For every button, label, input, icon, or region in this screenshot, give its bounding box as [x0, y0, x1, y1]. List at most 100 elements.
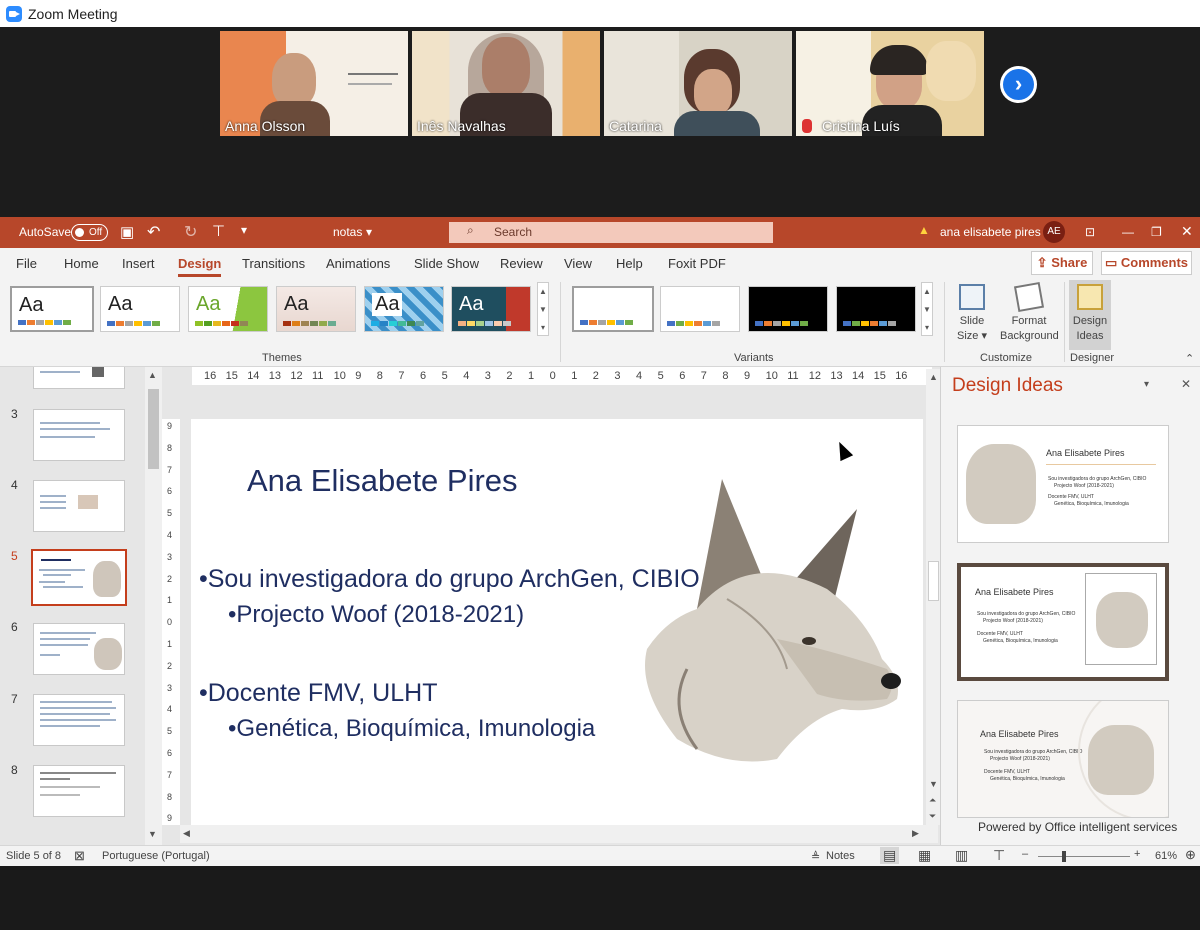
participant-video-2[interactable]: Inês Navalhas: [412, 31, 600, 136]
thumbnails-scrollbar[interactable]: ▲ ▼: [145, 367, 162, 845]
variants-scroll[interactable]: ▲ ▼ ▾: [921, 282, 933, 336]
tab-review[interactable]: Review: [500, 256, 543, 271]
ruler-tick-label: 10: [333, 370, 346, 382]
user-name[interactable]: ana elisabete pires: [940, 225, 1041, 239]
spellcheck-icon[interactable]: ⊠: [74, 848, 85, 864]
fit-to-window-icon[interactable]: ⊕: [1185, 847, 1196, 863]
save-icon[interactable]: ▣: [120, 223, 134, 241]
restore-icon[interactable]: ❐: [1151, 225, 1162, 239]
theme-4[interactable]: Aa: [276, 286, 356, 332]
participant-name: Inês Navalhas: [417, 118, 506, 134]
thumbnail-slide-6[interactable]: [33, 623, 125, 675]
language-indicator[interactable]: Portuguese (Portugal): [102, 850, 210, 862]
participant-video-4[interactable]: Cristina Luís: [796, 31, 984, 136]
variant-4[interactable]: [836, 286, 916, 332]
undo-icon[interactable]: ↶: [147, 222, 160, 242]
tab-insert[interactable]: Insert: [122, 256, 155, 271]
format-background-button[interactable]: Format Background: [1000, 281, 1059, 344]
thumbnail-slide-7[interactable]: [33, 694, 125, 746]
slide-horizontal-scrollbar[interactable]: ◀ ▶: [180, 825, 938, 843]
theme-2[interactable]: Aa: [100, 286, 180, 332]
design-idea-2[interactable]: Ana Elisabete Pires Sou investigadora do…: [957, 563, 1169, 681]
tab-file[interactable]: File: [16, 256, 37, 271]
thumbnail-number: 5: [11, 549, 18, 563]
thumbnail-slide-4[interactable]: [33, 480, 125, 532]
document-name[interactable]: notas: [333, 225, 362, 239]
ruler-tick-label: 2: [506, 370, 513, 382]
zoom-out-icon[interactable]: –: [1022, 848, 1028, 860]
zoom-in-icon[interactable]: +: [1134, 848, 1140, 860]
slide-bullet[interactable]: •Docente FMV, ULHT: [199, 679, 437, 708]
variant-2[interactable]: [660, 286, 740, 332]
comments-button[interactable]: ▭ Comments: [1101, 251, 1192, 275]
thumbnail-slide-5[interactable]: [31, 549, 127, 606]
minimize-icon[interactable]: —: [1122, 225, 1134, 239]
thumbnail-number: 8: [11, 763, 18, 777]
zoom-slider-thumb[interactable]: [1062, 851, 1066, 862]
autosave-toggle[interactable]: Off: [71, 224, 108, 241]
slide-size-button[interactable]: Slide Size ▾: [952, 284, 992, 344]
participant-video-3[interactable]: Catarina: [604, 31, 792, 136]
theme-facet[interactable]: Aa: [188, 286, 268, 332]
zoom-slider[interactable]: [1038, 856, 1130, 857]
tab-animations[interactable]: Animations: [326, 256, 390, 271]
search-input[interactable]: Search: [449, 222, 773, 243]
tab-view[interactable]: View: [564, 256, 592, 271]
slide-vertical-scrollbar[interactable]: ▲ ▼ ⏶ ⏷: [926, 369, 940, 825]
thumbnail-slide-3[interactable]: [33, 409, 125, 461]
slide-show-icon[interactable]: ⊤: [993, 847, 1005, 864]
variant-3[interactable]: [748, 286, 828, 332]
reading-view-icon[interactable]: ▥: [955, 847, 968, 864]
tab-design[interactable]: Design: [178, 256, 222, 277]
design-idea-1[interactable]: Ana Elisabete Pires Sou investigadora do…: [957, 425, 1169, 543]
zoom-level[interactable]: 61%: [1155, 850, 1177, 862]
design-ideas-button[interactable]: Design Ideas: [1069, 280, 1111, 350]
tab-foxit-pdf[interactable]: Foxit PDF: [668, 256, 726, 271]
tab-help[interactable]: Help: [616, 256, 643, 271]
normal-view-icon[interactable]: ▤: [880, 847, 900, 864]
present-icon[interactable]: ⊤: [212, 222, 225, 240]
share-button[interactable]: ⇪ Share: [1031, 251, 1093, 275]
ruler-tick-label: 15: [225, 370, 238, 382]
tab-slide-show[interactable]: Slide Show: [414, 256, 479, 271]
theme-5[interactable]: Aa: [364, 286, 444, 332]
collapse-ribbon-icon[interactable]: ⌃: [1185, 352, 1194, 365]
avatar[interactable]: AE: [1043, 221, 1065, 243]
thumbnail-number: 4: [11, 478, 18, 492]
participant-video-1[interactable]: Anna Olsson: [220, 31, 408, 136]
close-pane-icon[interactable]: ✕: [1181, 377, 1191, 391]
theme-6[interactable]: Aa: [451, 286, 531, 332]
zoom-window-title: Zoom Meeting: [28, 5, 118, 22]
slide-sub-bullet[interactable]: •Projecto Woof (2018-2021): [228, 601, 524, 629]
pane-options-icon[interactable]: ▾: [1144, 379, 1149, 390]
thumbnail-slide-8[interactable]: [33, 765, 125, 817]
vertical-ruler: 9 8 7 6 5 4 3 2 1 0 1 2 3 4 5 6 7 8 9: [162, 419, 180, 825]
current-slide[interactable]: Ana Elisabete Pires •Sou investigadora d…: [191, 419, 923, 825]
slide-sorter-icon[interactable]: ▦: [918, 847, 931, 864]
ruler-tick-label: 11: [312, 370, 324, 382]
zoom-title-bar: Zoom Meeting: [0, 0, 1200, 27]
close-icon[interactable]: ✕: [1181, 223, 1193, 240]
design-idea-3[interactable]: Ana Elisabete Pires Sou investigadora do…: [957, 700, 1169, 818]
tab-home[interactable]: Home: [64, 256, 99, 271]
ruler-tick-label: 10: [765, 370, 778, 382]
theme-office[interactable]: Aa: [10, 286, 94, 332]
ruler-tick-label: 4: [167, 704, 173, 715]
variant-1[interactable]: [572, 286, 654, 332]
ruler-tick-label: 4: [463, 370, 470, 382]
wolf-illustration[interactable]: [627, 469, 917, 769]
slide-sub-bullet[interactable]: •Genética, Bioquímica, Imunologia: [228, 715, 595, 743]
redo-icon[interactable]: ↻: [184, 222, 197, 242]
next-participants-button[interactable]: ›: [1000, 66, 1037, 103]
ribbon-display-icon[interactable]: ⊡: [1085, 225, 1095, 239]
slide-title[interactable]: Ana Elisabete Pires: [247, 463, 518, 499]
ruler-tick-label: 7: [167, 464, 173, 475]
themes-scroll[interactable]: ▲ ▼ ▾: [537, 282, 549, 336]
tab-transitions[interactable]: Transitions: [242, 256, 305, 271]
slide-bullet[interactable]: •Sou investigadora do grupo ArchGen, CIB…: [199, 565, 700, 594]
notes-button[interactable]: Notes: [826, 850, 855, 862]
previous-slide-icon: ⏶: [929, 795, 937, 805]
thumbnail-slide-2[interactable]: [33, 367, 125, 389]
muted-mic-icon: [802, 119, 812, 133]
customize-qat-icon[interactable]: ▾: [241, 223, 247, 237]
